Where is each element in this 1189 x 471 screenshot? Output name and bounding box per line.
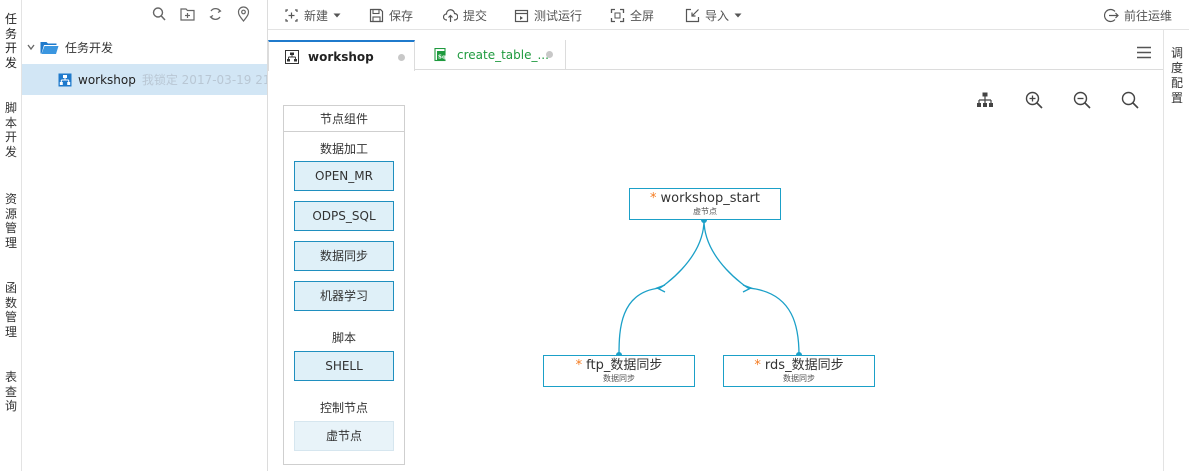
node-title-text: rds_数据同步	[764, 358, 844, 373]
flow-arrow	[655, 284, 666, 293]
node-type: 数据同步	[783, 374, 815, 383]
node-type: 数据同步	[603, 374, 635, 383]
required-star: *	[754, 358, 761, 373]
flow-edges	[616, 217, 802, 358]
node-title-text: workshop_start	[660, 191, 760, 206]
required-star: *	[650, 191, 657, 206]
node-type: 虚节点	[693, 207, 717, 216]
node-title: * rds_数据同步	[724, 359, 874, 373]
node-title: * ftp_数据同步	[544, 359, 694, 373]
flow-node-ftp-sync[interactable]: * ftp_数据同步 数据同步	[543, 355, 695, 387]
required-star: *	[575, 358, 583, 373]
node-title: * workshop_start	[630, 192, 780, 206]
flow-node-rds-sync[interactable]: * rds_数据同步 数据同步	[723, 355, 875, 387]
flow-node-workshop-start[interactable]: * workshop_start 虚节点	[629, 188, 781, 220]
flow-edge	[618, 219, 705, 356]
node-title-text: ftp_数据同步	[586, 358, 663, 373]
flow-arrow	[742, 284, 753, 293]
